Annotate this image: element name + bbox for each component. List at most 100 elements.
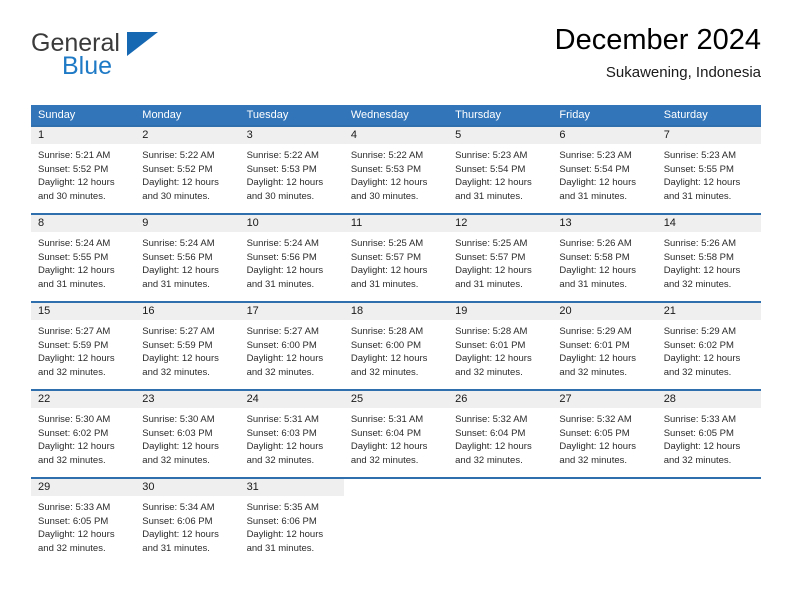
calendar-day[interactable]: 17 Sunrise: 5:27 AM Sunset: 6:00 PM Dayligh… [239, 301, 344, 389]
calendar-day[interactable]: 29 Sunrise: 5:33 AM Sunset: 6:05 PM Dayligh… [31, 477, 136, 565]
calendar-day[interactable]: 10 Sunrise: 5:24 AM Sunset: 5:56 PM Dayligh… [239, 213, 344, 301]
calendar-day[interactable]: 24 Sunrise: 5:31 AM Sunset: 6:03 PM Dayligh… [239, 389, 344, 477]
calendar-day-cell[interactable]: 29 Sunrise: 5:33 AM Sunset: 6:05 PM Dayligh… [31, 477, 136, 565]
calendar-day-cell[interactable]: 5 Sunrise: 5:23 AM Sunset: 5:54 PM Daylight… [448, 125, 553, 213]
calendar-day[interactable]: 12 Sunrise: 5:25 AM Sunset: 5:57 PM Dayligh… [448, 213, 553, 301]
calendar-day-cell[interactable]: 31 Sunrise: 5:35 AM Sunset: 6:06 PM Dayligh… [239, 477, 344, 565]
calendar-day[interactable]: 11 Sunrise: 5:25 AM Sunset: 5:57 PM Dayligh… [343, 213, 449, 301]
page-title: December 2024 [554, 24, 761, 56]
calendar-day[interactable]: 2 Sunrise: 5:22 AM Sunset: 5:52 PM Daylight… [135, 125, 240, 213]
calendar-day-cell[interactable]: 16 Sunrise: 5:27 AM Sunset: 5:59 PM Dayligh… [135, 301, 240, 389]
daylight-text-line1: Daylight: 12 hours [38, 265, 115, 277]
calendar-day-cell[interactable]: 8 Sunrise: 5:24 AM Sunset: 5:55 PM Daylight… [31, 213, 136, 301]
daylight-text-line1: Daylight: 12 hours [246, 265, 324, 277]
calendar-day-cell[interactable]: 7 Sunrise: 5:23 AM Sunset: 5:55 PM Daylight… [656, 125, 761, 213]
generalblue-logo[interactable]: General Blue [31, 30, 251, 88]
calendar-day-cell[interactable]: 24 Sunrise: 5:31 AM Sunset: 6:03 PM Dayligh… [239, 389, 344, 477]
calendar-day-cell[interactable]: 15 Sunrise: 5:27 AM Sunset: 5:59 PM Dayligh… [31, 301, 136, 389]
calendar-day-cell[interactable]: 12 Sunrise: 5:25 AM Sunset: 5:57 PM Dayligh… [448, 213, 553, 301]
daylight-text-line2: and 30 minutes. [350, 190, 419, 202]
calendar-day-cell[interactable]: 30 Sunrise: 5:34 AM Sunset: 6:06 PM Dayligh… [135, 477, 240, 565]
daylight-text-line2: and 31 minutes. [142, 542, 210, 554]
daylight-text-line1: Daylight: 12 hours [455, 441, 532, 453]
calendar-week-row: 29 Sunrise: 5:33 AM Sunset: 6:05 PM Dayligh… [31, 477, 761, 565]
daylight-text-line2: and 31 minutes. [455, 190, 523, 202]
calendar-day-cell[interactable] [656, 477, 761, 565]
calendar-day-cell[interactable]: 27 Sunrise: 5:32 AM Sunset: 6:05 PM Dayligh… [552, 389, 657, 477]
calendar-day-cell[interactable]: 9 Sunrise: 5:24 AM Sunset: 5:56 PM Daylight… [135, 213, 240, 301]
day-number: 5 [448, 127, 553, 144]
sunset-text: Sunset: 6:04 PM [455, 427, 526, 439]
calendar-day-cell[interactable] [343, 477, 449, 565]
sunset-text: Sunset: 5:57 PM [455, 251, 526, 263]
calendar-day-cell[interactable]: 22 Sunrise: 5:30 AM Sunset: 6:02 PM Dayligh… [31, 389, 136, 477]
calendar-day[interactable]: 22 Sunrise: 5:30 AM Sunset: 6:02 PM Dayligh… [31, 389, 136, 477]
day-number: 23 [135, 391, 240, 408]
calendar-day[interactable]: 16 Sunrise: 5:27 AM Sunset: 5:59 PM Dayligh… [135, 301, 240, 389]
calendar-day[interactable]: 25 Sunrise: 5:31 AM Sunset: 6:04 PM Dayligh… [343, 389, 449, 477]
calendar-day[interactable]: 4 Sunrise: 5:22 AM Sunset: 5:53 PM Daylight… [343, 125, 449, 213]
calendar-day-cell[interactable]: 3 Sunrise: 5:22 AM Sunset: 5:53 PM Daylight… [239, 125, 344, 213]
sunrise-text: Sunrise: 5:33 AM [38, 502, 111, 513]
calendar-day[interactable]: 9 Sunrise: 5:24 AM Sunset: 5:56 PM Daylight… [135, 213, 240, 301]
calendar-day-cell[interactable]: 17 Sunrise: 5:27 AM Sunset: 6:00 PM Dayligh… [239, 301, 344, 389]
day-number: 17 [239, 303, 344, 320]
calendar-day-cell[interactable]: 23 Sunrise: 5:30 AM Sunset: 6:03 PM Dayligh… [135, 389, 240, 477]
sunset-text: Sunset: 6:02 PM [663, 339, 734, 351]
calendar-day[interactable]: 27 Sunrise: 5:32 AM Sunset: 6:05 PM Dayligh… [552, 389, 657, 477]
calendar-day-cell[interactable]: 28 Sunrise: 5:33 AM Sunset: 6:05 PM Dayligh… [656, 389, 761, 477]
calendar-day-cell[interactable]: 10 Sunrise: 5:24 AM Sunset: 5:56 PM Dayligh… [239, 213, 344, 301]
daylight-text-line2: and 32 minutes. [455, 366, 523, 378]
calendar-day[interactable]: 3 Sunrise: 5:22 AM Sunset: 5:53 PM Daylight… [239, 125, 344, 213]
calendar-day[interactable]: 26 Sunrise: 5:32 AM Sunset: 6:04 PM Dayligh… [448, 389, 553, 477]
calendar-day[interactable]: 13 Sunrise: 5:26 AM Sunset: 5:58 PM Dayligh… [552, 213, 657, 301]
daylight-text-line2: and 31 minutes. [455, 278, 523, 290]
calendar-day-cell[interactable]: 25 Sunrise: 5:31 AM Sunset: 6:04 PM Dayligh… [343, 389, 449, 477]
sunrise-text: Sunrise: 5:29 AM [559, 326, 632, 337]
daylight-text-line1: Daylight: 12 hours [246, 177, 324, 189]
sunset-text: Sunset: 5:59 PM [142, 339, 213, 351]
calendar-day[interactable]: 23 Sunrise: 5:30 AM Sunset: 6:03 PM Dayligh… [135, 389, 240, 477]
calendar-day-cell[interactable]: 26 Sunrise: 5:32 AM Sunset: 6:04 PM Dayligh… [448, 389, 553, 477]
sunset-text: Sunset: 6:03 PM [246, 427, 317, 439]
calendar-day[interactable]: 8 Sunrise: 5:24 AM Sunset: 5:55 PM Daylight… [31, 213, 136, 301]
day-number: 15 [31, 303, 136, 320]
calendar-day-cell[interactable]: 1 Sunrise: 5:21 AM Sunset: 5:52 PM Daylight… [31, 125, 136, 213]
calendar-day-cell[interactable]: 2 Sunrise: 5:22 AM Sunset: 5:52 PM Daylight… [135, 125, 240, 213]
calendar-day[interactable]: 14 Sunrise: 5:26 AM Sunset: 5:58 PM Dayligh… [656, 213, 761, 301]
calendar-day-cell[interactable]: 14 Sunrise: 5:26 AM Sunset: 5:58 PM Dayligh… [656, 213, 761, 301]
calendar-day[interactable]: 1 Sunrise: 5:21 AM Sunset: 5:52 PM Daylight… [31, 125, 136, 213]
day-number: 27 [552, 391, 657, 408]
calendar-day-cell[interactable]: 20 Sunrise: 5:29 AM Sunset: 6:01 PM Dayligh… [552, 301, 657, 389]
calendar-day-cell[interactable]: 4 Sunrise: 5:22 AM Sunset: 5:53 PM Daylight… [343, 125, 449, 213]
daylight-text-line2: and 32 minutes. [559, 454, 628, 466]
calendar-day-cell[interactable]: 13 Sunrise: 5:26 AM Sunset: 5:58 PM Dayligh… [552, 213, 657, 301]
calendar-day[interactable]: 5 Sunrise: 5:23 AM Sunset: 5:54 PM Daylight… [448, 125, 553, 213]
calendar-day-cell[interactable] [552, 477, 657, 565]
day-number [656, 479, 761, 496]
logo-triangle-icon [127, 32, 158, 56]
calendar-day[interactable]: 31 Sunrise: 5:35 AM Sunset: 6:06 PM Dayligh… [239, 477, 344, 565]
day-details: Sunrise: 5:32 AM Sunset: 6:04 PM Daylight:… [448, 408, 552, 467]
calendar-day[interactable]: 30 Sunrise: 5:34 AM Sunset: 6:06 PM Dayligh… [135, 477, 240, 565]
calendar-day[interactable]: 21 Sunrise: 5:29 AM Sunset: 6:02 PM Dayligh… [656, 301, 761, 389]
daylight-text-line2: and 31 minutes. [246, 278, 315, 290]
calendar-day-cell[interactable]: 21 Sunrise: 5:29 AM Sunset: 6:02 PM Dayligh… [656, 301, 761, 389]
calendar-day-cell[interactable] [448, 477, 553, 565]
sunrise-text: Sunrise: 5:23 AM [455, 150, 528, 161]
calendar-page: General Blue December 2024 Sukawening, I… [0, 0, 792, 612]
calendar-day-cell[interactable]: 11 Sunrise: 5:25 AM Sunset: 5:57 PM Dayligh… [343, 213, 449, 301]
calendar-day[interactable]: 18 Sunrise: 5:28 AM Sunset: 6:00 PM Dayligh… [343, 301, 449, 389]
calendar-day-cell[interactable]: 18 Sunrise: 5:28 AM Sunset: 6:00 PM Dayligh… [343, 301, 449, 389]
calendar-day[interactable]: 15 Sunrise: 5:27 AM Sunset: 5:59 PM Dayligh… [31, 301, 136, 389]
calendar-day[interactable]: 6 Sunrise: 5:23 AM Sunset: 5:54 PM Daylight… [552, 125, 657, 213]
calendar-day-cell[interactable]: 6 Sunrise: 5:23 AM Sunset: 5:54 PM Daylight… [552, 125, 657, 213]
sunset-text: Sunset: 6:06 PM [142, 515, 213, 527]
calendar-day[interactable]: 28 Sunrise: 5:33 AM Sunset: 6:05 PM Dayligh… [656, 389, 761, 477]
sunrise-text: Sunrise: 5:35 AM [246, 502, 319, 513]
sunset-text: Sunset: 5:57 PM [350, 251, 422, 263]
calendar-day[interactable]: 20 Sunrise: 5:29 AM Sunset: 6:01 PM Dayligh… [552, 301, 657, 389]
calendar-day[interactable]: 19 Sunrise: 5:28 AM Sunset: 6:01 PM Dayligh… [448, 301, 553, 389]
calendar-day[interactable]: 7 Sunrise: 5:23 AM Sunset: 5:55 PM Daylight… [656, 125, 761, 213]
calendar-day-cell[interactable]: 19 Sunrise: 5:28 AM Sunset: 6:01 PM Dayligh… [448, 301, 553, 389]
